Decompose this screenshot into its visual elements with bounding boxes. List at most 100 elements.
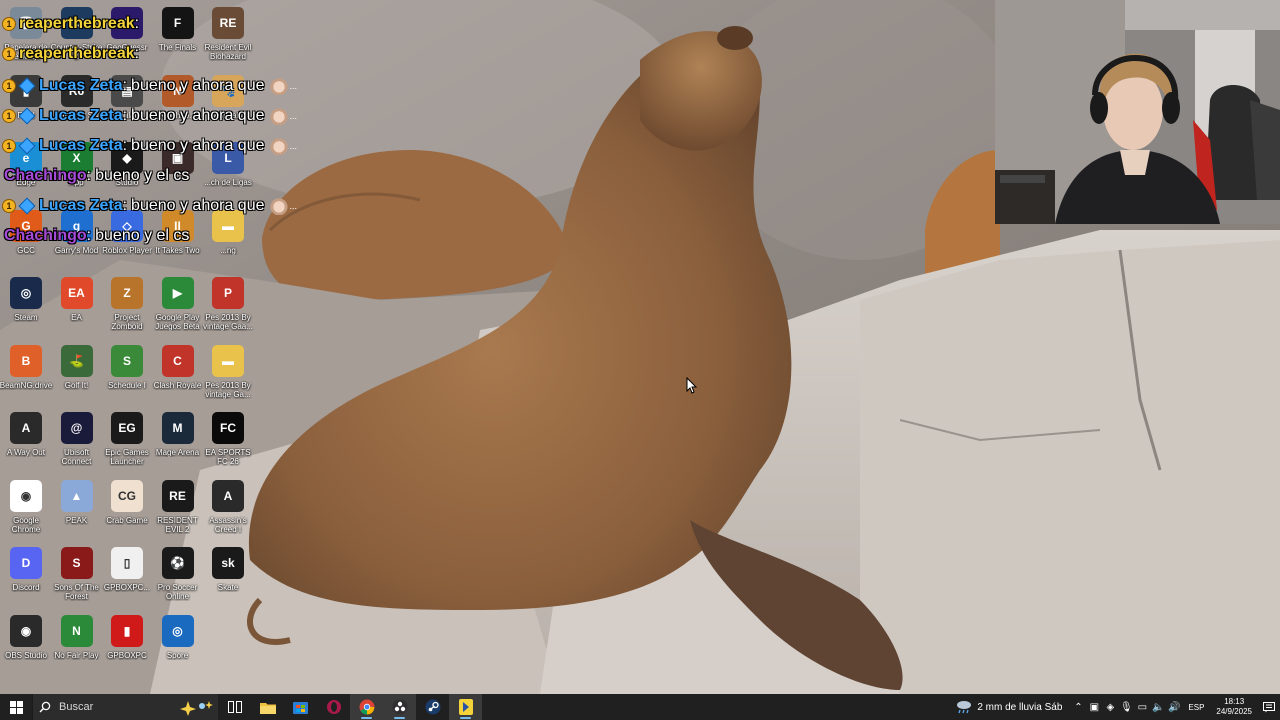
network-device-icon[interactable]: ▣ [1086, 694, 1102, 720]
chat-emote-dots: ... [289, 201, 298, 211]
subscriber-badge-icon: 1 [2, 199, 16, 213]
start-button[interactable] [0, 694, 32, 720]
taskbar-app-task-view[interactable] [218, 694, 251, 720]
desktop-icon-label: Project Zomboid [111, 313, 143, 331]
desktop-icon-chrome[interactable]: ◉ Google Chrome [0, 475, 52, 541]
taskbar-app-file-explorer[interactable] [251, 694, 284, 720]
desktop-icon-obs-studio[interactable]: ◉ OBS Studio [0, 610, 52, 676]
desktop-icon-clash-royale[interactable]: C Clash Royale [152, 340, 204, 406]
subscriber-badge-icon: 1 [2, 79, 16, 93]
desktop-icon-label: Pes 2013 By vintage Ga... [205, 380, 251, 399]
chat-text: bueno y ahora que [131, 137, 265, 154]
desktop-icon-schedule-one[interactable]: S Schedule I [101, 340, 153, 406]
desktop-icon-file[interactable]: ▯ GPBOXPC... [101, 542, 153, 608]
monitor-icon[interactable]: ▭ [1134, 694, 1150, 720]
clock[interactable]: 18:13 24/9/2025 [1216, 697, 1252, 717]
desktop-icon-pro-soccer-online[interactable]: ⚽ Pro Soccer Online [152, 542, 204, 608]
desktop-icon-crab-game[interactable]: CG Crab Game [101, 475, 153, 541]
desktop-icon-a-way-out[interactable]: A A Way Out [0, 407, 52, 473]
assassins-creed-icon: A [212, 479, 244, 512]
epic-games-icon: EG [111, 412, 143, 444]
desktop-icon-ea[interactable]: EA EA [51, 272, 103, 338]
folder-icon: ▬ [212, 344, 244, 377]
desktop-icon-label: Steam [14, 313, 38, 322]
search-box[interactable]: Buscar [32, 694, 218, 720]
desktop-icon-spore[interactable]: ◎ Spore [152, 610, 204, 676]
chat-message: 1 Lucas Zeta: bueno y ahora que... [2, 74, 297, 98]
taskbar-app-chrome[interactable] [350, 694, 383, 720]
language-indicator[interactable]: ESP [1188, 703, 1204, 712]
taskbar-app-obs-studio[interactable] [383, 694, 416, 720]
chrome-icon: ◉ [10, 479, 42, 512]
task-view-icon [227, 701, 242, 713]
desktop-icon-folder[interactable]: ▬ Pes 2013 By vintage Ga... [202, 340, 254, 406]
desktop-icon-ea-sports-fc[interactable]: FC EA SPORTS FC 26 [202, 407, 254, 473]
taskbar-app-microsoft-store[interactable] [284, 694, 317, 720]
chat-separator: : [86, 167, 92, 184]
chat-separator: : [122, 137, 128, 154]
desktop-icon-sons-of-the-forest[interactable]: S Sons Of The Forest [51, 542, 103, 608]
volume-icon[interactable]: 🔊 [1166, 694, 1182, 720]
chrome-icon [359, 699, 375, 715]
desktop-icon-beamng[interactable]: B BeamNG.drive [0, 340, 52, 406]
desktop-icon-mage-arena[interactable]: M Mage Arena [152, 407, 204, 473]
desktop-icon-golf-it[interactable]: ⛳ Golf It! [51, 340, 103, 406]
chat-message: Chachingo: bueno y el cs [2, 164, 189, 188]
chat-emote-dots: ... [289, 141, 298, 151]
desktop-icon-resident-evil-2[interactable]: RE RESIDENT EVIL 2 [152, 475, 204, 541]
desktop-icon-skate[interactable]: sk Skate [202, 542, 254, 608]
opera-gx-icon [326, 699, 342, 715]
taskbar-app-steam[interactable] [416, 694, 449, 720]
chat-emote-icon [268, 77, 289, 95]
desktop-icon-label: Golf It! [64, 380, 89, 390]
pro-soccer-online-icon: ⚽ [161, 547, 194, 579]
microphone-icon[interactable]: 🎙 [1118, 694, 1134, 720]
webcam-feed [995, 0, 1280, 224]
weather-text[interactable]: 2 mm de lluvia Sáb [977, 702, 1062, 713]
chat-emote-icon [268, 137, 289, 155]
desktop-icon-google-play-games[interactable]: ▶ Google Play Juegos Beta [152, 272, 204, 338]
desktop-icon-gpboxpc[interactable]: ▮ GPBOXPC [101, 610, 153, 676]
chat-username: Lucas Zeta [39, 197, 123, 214]
speaker-icon[interactable]: 🔈 [1150, 694, 1166, 720]
taskbar-pinned-apps [218, 694, 482, 720]
search-placeholder: Buscar [59, 701, 94, 713]
notifications-icon[interactable] [1258, 694, 1280, 720]
chevron-up-icon[interactable]: ⌃ [1070, 694, 1086, 720]
desktop-icon-epic-games[interactable]: EG Epic Games Launcher [101, 407, 153, 473]
chat-username: Lucas Zeta [39, 77, 123, 94]
desktop-icon-label: BeamNG.drive [0, 380, 53, 390]
chat-emote-dots: ... [289, 111, 298, 121]
desktop-icon-no-fair-play[interactable]: N No Fair Play [51, 610, 103, 676]
desktop-icon-label: Spore [166, 650, 189, 660]
taskbar-app-opera-gx[interactable] [317, 694, 350, 720]
prime-badge-icon [18, 197, 36, 215]
chat-username: reaperthebreak [19, 45, 135, 62]
nvidia-icon[interactable]: ◈ [1102, 694, 1118, 720]
chat-username: Chachingo [4, 227, 87, 244]
desktop-icon-steam[interactable]: ◎ Steam [0, 272, 52, 338]
chat-message: 1 reaperthebreak: [2, 42, 139, 66]
obs-studio-icon: ◉ [10, 614, 42, 647]
desktop-icon-pes-2013[interactable]: P Pes 2013 By vintage Gaa... [202, 272, 254, 338]
desktop-icon-peak[interactable]: ▲ PEAK [51, 475, 103, 541]
desktop-icon-label: OBS Studio [5, 650, 47, 660]
file-icon: ▯ [111, 547, 143, 579]
chat-separator: : [86, 227, 92, 244]
subscriber-badge-icon: 1 [2, 139, 16, 153]
schedule-one-icon: S [111, 344, 143, 377]
chat-separator: : [122, 107, 128, 124]
chat-username: reaperthebreak [19, 15, 135, 32]
chat-text: bueno y ahora que [131, 77, 265, 94]
mage-arena-icon: M [161, 412, 194, 444]
desktop-icon-ubisoft-connect[interactable]: @ Ubisoft Connect [51, 407, 103, 473]
desktop-icon-project-zomboid[interactable]: Z Project Zomboid [101, 272, 153, 338]
chat-emote-icon [268, 107, 289, 125]
chat-emote-dots: ... [289, 81, 298, 91]
taskbar-app-app[interactable] [449, 694, 482, 720]
desktop-icon-label: Sons Of The Forest [54, 583, 99, 601]
desktop-icon-discord[interactable]: D Discord [0, 542, 52, 608]
desktop-icon-assassins-creed[interactable]: A Assassin's Creed I [202, 475, 254, 541]
chat-message: Chachingo: bueno y el cs [2, 224, 189, 248]
desktop-icon-label: GPBOXPC [107, 650, 147, 660]
